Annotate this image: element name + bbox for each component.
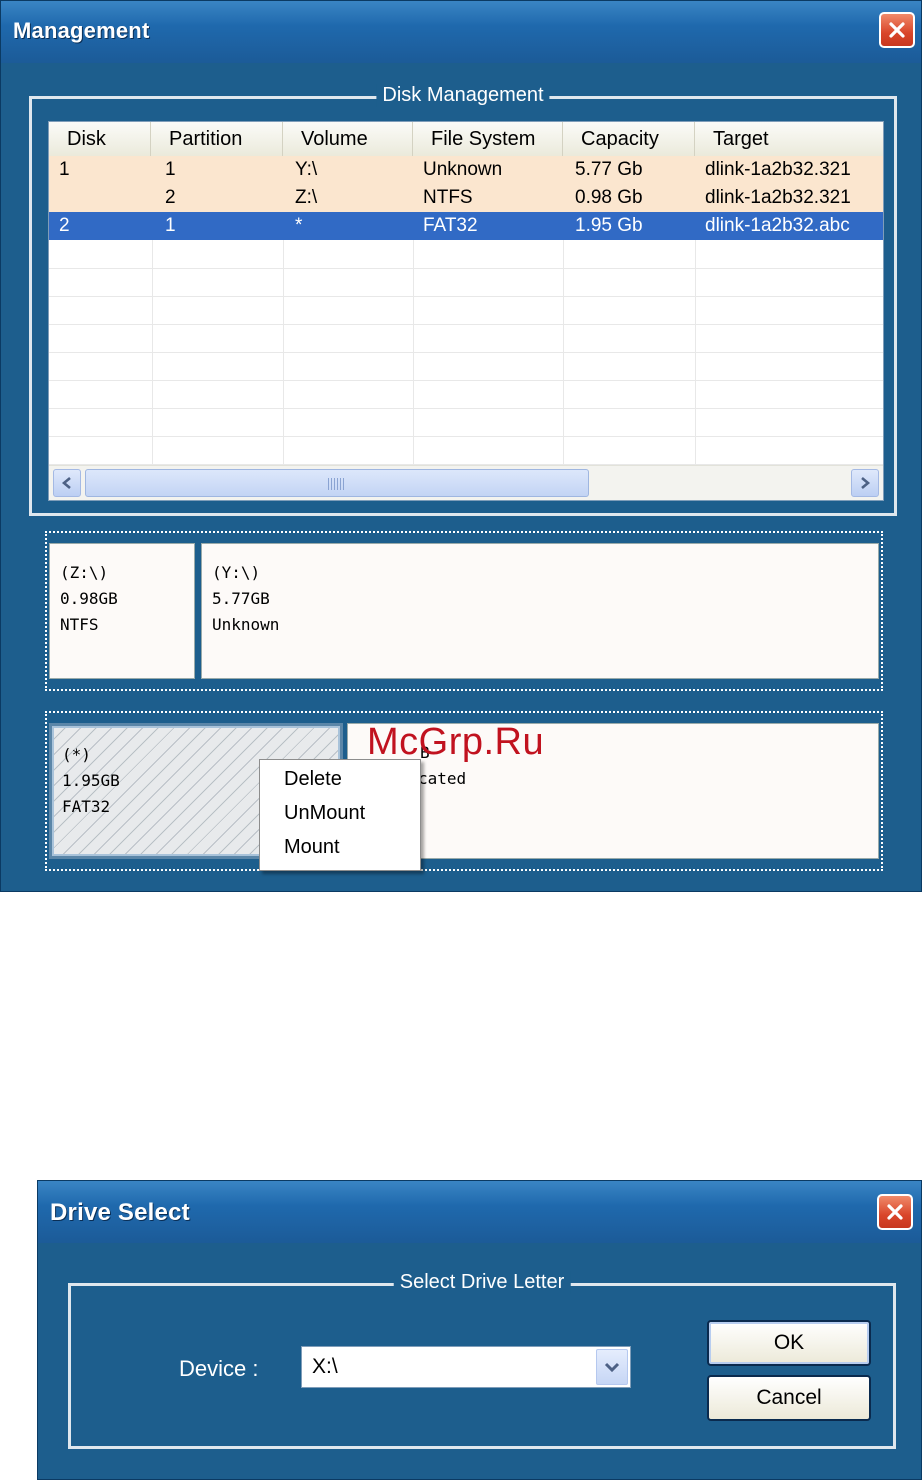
select-drive-letter-legend: Select Drive Letter — [393, 1271, 571, 1294]
menu-item-unmount[interactable]: UnMount — [284, 796, 365, 830]
scroll-left-button[interactable] — [53, 469, 81, 497]
device-dropdown[interactable]: X:\ — [301, 1346, 631, 1388]
cell-target: dlink-1a2b32.321 — [705, 159, 851, 180]
partition-size: 5.77GB — [212, 589, 270, 608]
scrollbar-thumb[interactable] — [85, 469, 589, 497]
column-header-file-system[interactable]: File System — [413, 122, 563, 156]
column-header-volume[interactable]: Volume — [283, 122, 413, 156]
drive-select-window: Drive Select Select Drive Letter Device … — [37, 1180, 922, 1480]
management-close-button[interactable] — [879, 12, 915, 48]
cell-volume: Y:\ — [295, 159, 318, 180]
scroll-right-icon — [861, 477, 871, 489]
cell-capacity: 5.77 Gb — [575, 159, 643, 180]
cell-disk: 1 — [59, 159, 70, 180]
dropdown-arrow-icon — [604, 1362, 620, 1373]
partition-label: (Y:\) — [212, 563, 261, 582]
disk-management-legend: Disk Management — [376, 84, 550, 107]
cell-target: dlink-1a2b32.abc — [705, 215, 850, 236]
close-icon — [889, 22, 905, 38]
disk-management-group: Disk Management Disk Partition Volume Fi… — [29, 84, 897, 516]
drive-select-title: Drive Select — [50, 1199, 190, 1226]
column-header-disk[interactable]: Disk — [49, 122, 151, 156]
drive-select-close-button[interactable] — [877, 1194, 913, 1230]
cell-file-system: Unknown — [423, 159, 503, 180]
partition-size: 0.98GB — [60, 589, 118, 608]
watermark-text: McGrp.Ru — [367, 721, 545, 763]
column-header-partition[interactable]: Partition — [151, 122, 283, 156]
cell-target: dlink-1a2b32.321 — [705, 187, 851, 208]
cell-volume: Z:\ — [295, 187, 318, 208]
cell-file-system: NTFS — [423, 187, 473, 208]
cell-disk: 2 — [59, 215, 70, 236]
cell-file-system: FAT32 — [423, 215, 478, 236]
management-window: Management Disk Management Disk Partitio… — [0, 0, 922, 892]
list-header: Disk Partition Volume File System Capaci… — [49, 122, 883, 157]
table-row[interactable]: 2 Z:\ NTFS 0.98 Gb dlink-1a2b32.321 — [49, 184, 883, 212]
partition-fs: cated — [418, 769, 467, 788]
cell-capacity: 1.95 Gb — [575, 215, 643, 236]
device-dropdown-value: X:\ — [312, 1355, 338, 1378]
horizontal-scrollbar[interactable] — [49, 465, 883, 500]
cell-partition: 2 — [165, 187, 176, 208]
cell-volume: * — [295, 215, 303, 236]
partition-y[interactable]: (Y:\) 5.77GB Unknown — [201, 543, 879, 679]
column-header-capacity[interactable]: Capacity — [563, 122, 695, 156]
context-menu: Delete UnMount Mount — [259, 759, 421, 871]
scroll-right-button[interactable] — [851, 469, 879, 497]
ok-button[interactable]: OK — [707, 1320, 871, 1366]
scroll-left-icon — [61, 477, 71, 489]
cancel-button[interactable]: Cancel — [707, 1375, 871, 1421]
partition-fs: NTFS — [60, 615, 99, 634]
table-row[interactable]: 1 1 Y:\ Unknown 5.77 Gb dlink-1a2b32.321 — [49, 156, 883, 184]
partition-z[interactable]: (Z:\) 0.98GB NTFS — [49, 543, 195, 679]
table-row-selected[interactable]: 2 1 * FAT32 1.95 Gb dlink-1a2b32.abc — [49, 212, 883, 240]
cell-capacity: 0.98 Gb — [575, 187, 643, 208]
list-body: 1 1 Y:\ Unknown 5.77 Gb dlink-1a2b32.321… — [49, 156, 883, 466]
column-header-target[interactable]: Target — [695, 122, 883, 156]
drive-select-titlebar[interactable]: Drive Select — [38, 1181, 921, 1243]
menu-item-delete[interactable]: Delete — [284, 762, 342, 796]
dropdown-button[interactable] — [596, 1349, 628, 1385]
select-drive-letter-group: Select Drive Letter Device : X:\ OK Canc… — [68, 1271, 896, 1449]
management-title: Management — [13, 18, 150, 43]
disk-list-view[interactable]: Disk Partition Volume File System Capaci… — [48, 121, 884, 501]
management-titlebar[interactable]: Management — [1, 1, 921, 63]
cell-partition: 1 — [165, 215, 176, 236]
cell-partition: 1 — [165, 159, 176, 180]
menu-item-mount[interactable]: Mount — [284, 830, 340, 864]
partition-fs: Unknown — [212, 615, 280, 634]
partition-label: (Z:\) — [60, 563, 109, 582]
close-icon — [887, 1204, 903, 1220]
disk1-partition-map: (Z:\) 0.98GB NTFS (Y:\) 5.77GB Unknown — [45, 531, 883, 691]
cell-disk — [49, 184, 151, 212]
device-label: Device : — [179, 1356, 259, 1381]
